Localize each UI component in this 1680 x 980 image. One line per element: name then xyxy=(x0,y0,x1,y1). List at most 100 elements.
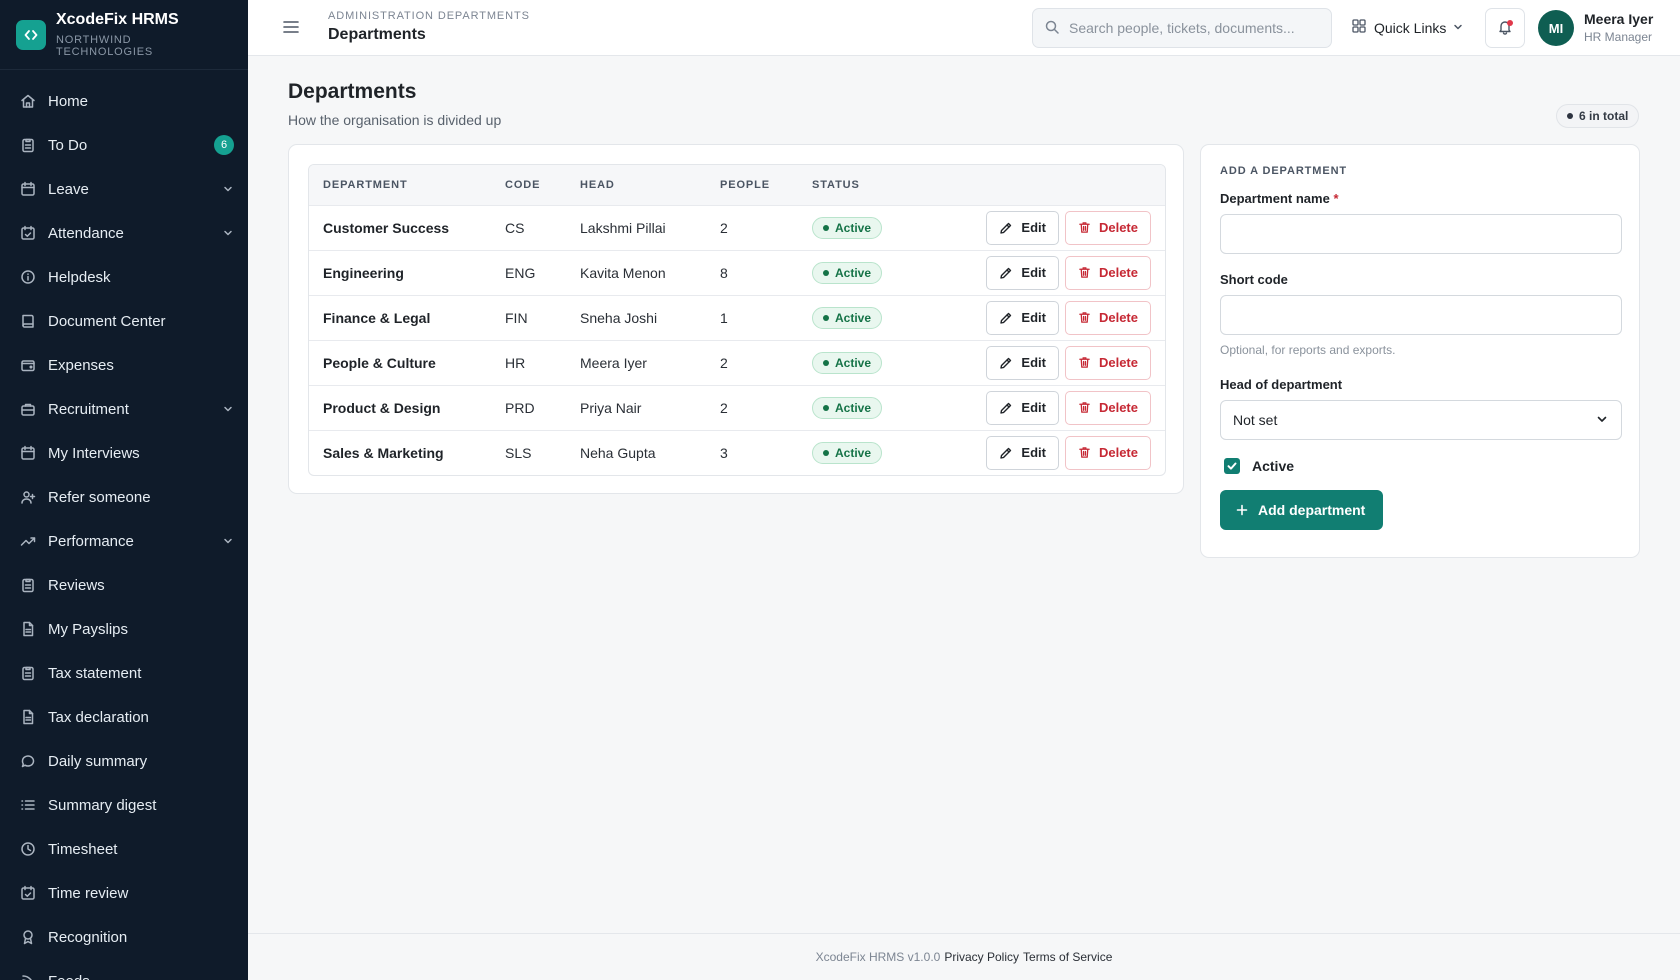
chevron-down-icon[interactable] xyxy=(222,183,234,195)
privacy-policy-link[interactable]: Privacy Policy xyxy=(944,950,1019,964)
status-label: Active xyxy=(835,400,872,415)
cell-status: Active xyxy=(798,385,948,430)
sidebar-item-refer-someone[interactable]: Refer someone xyxy=(0,475,248,519)
delete-button[interactable]: Delete xyxy=(1064,345,1151,380)
sidebar-item-daily-summary[interactable]: Daily summary xyxy=(0,739,248,783)
brand-logo-icon[interactable] xyxy=(16,19,46,50)
search-input[interactable] xyxy=(1069,20,1309,36)
sidebar-item-recruitment[interactable]: Recruitment xyxy=(0,387,248,431)
sidebar-item-tax-declaration[interactable]: Tax declaration xyxy=(0,695,248,739)
sidebar-item-label: Feeds xyxy=(48,973,234,980)
cell-code: CS xyxy=(505,219,525,236)
pencil-icon xyxy=(999,401,1021,415)
delete-button[interactable]: Delete xyxy=(1064,210,1151,245)
file-icon xyxy=(19,708,37,726)
dot-icon xyxy=(1567,113,1573,119)
cell-people: 2 xyxy=(720,219,728,236)
sidebar-item-label: To Do xyxy=(48,136,88,154)
sidebar-item-label: Performance xyxy=(48,532,134,550)
sidebar-item-helpdesk[interactable]: Helpdesk xyxy=(0,255,248,299)
sidebar-item-attendance[interactable]: Attendance xyxy=(0,211,248,255)
active-checkbox-row[interactable]: Active xyxy=(1220,458,1622,474)
sidebar-item-label: Tax statement xyxy=(48,664,142,682)
chevron-down-icon[interactable] xyxy=(222,535,234,547)
sidebar-item-performance[interactable]: Performance xyxy=(0,519,248,563)
column-header-status[interactable]: STATUS xyxy=(798,165,948,205)
chevron-down-icon[interactable] xyxy=(222,403,234,415)
cell-status: Active xyxy=(798,340,948,385)
edit-button[interactable]: Edit xyxy=(986,255,1059,290)
sidebar-item-my-interviews[interactable]: My Interviews xyxy=(0,431,248,475)
trending-up-icon xyxy=(19,532,37,550)
sidebar-item-my-payslips[interactable]: My Payslips xyxy=(0,607,248,651)
column-header-actions xyxy=(948,165,1165,205)
sidebar-item-tax-statement[interactable]: Tax statement xyxy=(0,651,248,695)
chevron-down-icon[interactable] xyxy=(222,227,234,239)
delete-label: Delete xyxy=(1098,220,1138,235)
trash-icon xyxy=(1078,221,1099,234)
short-code-hint: Optional, for reports and exports. xyxy=(1220,343,1396,357)
terms-of-service-link[interactable]: Terms of Service xyxy=(1023,950,1112,964)
award-icon xyxy=(19,928,37,946)
cell-head: Neha Gupta xyxy=(580,444,656,461)
sidebar-item-summary-digest[interactable]: Summary digest xyxy=(0,783,248,827)
sidebar-item-reviews[interactable]: Reviews xyxy=(0,563,248,607)
active-checkbox[interactable] xyxy=(1224,458,1240,474)
search-box[interactable] xyxy=(1032,8,1332,48)
delete-label: Delete xyxy=(1098,445,1138,461)
sidebar-item-home[interactable]: Home xyxy=(0,79,248,123)
edit-button[interactable]: Edit xyxy=(986,300,1059,335)
department-name-input[interactable] xyxy=(1220,214,1622,254)
delete-button[interactable]: Delete xyxy=(1064,390,1151,425)
sidebar-item-feeds[interactable]: Feeds xyxy=(0,959,248,980)
edit-button[interactable]: Edit xyxy=(986,345,1059,380)
trash-icon xyxy=(1078,356,1099,369)
delete-button[interactable]: Delete xyxy=(1064,435,1151,470)
column-header-people[interactable]: PEOPLE xyxy=(706,165,798,205)
user-menu[interactable]: Meera Iyer HR Manager xyxy=(1584,11,1653,44)
sidebar-item-label: Helpdesk xyxy=(48,268,111,286)
sidebar-item-label: Expenses xyxy=(48,356,114,374)
column-header-head[interactable]: HEAD xyxy=(566,165,706,205)
quick-links-button[interactable]: Quick Links xyxy=(1352,19,1464,36)
column-header-department[interactable]: DEPARTMENT xyxy=(309,165,491,205)
sidebar-item-document-center[interactable]: Document Center xyxy=(0,299,248,343)
cell-actions: Edit Delete xyxy=(948,205,1165,250)
sidebar-item-label: Tax declaration xyxy=(48,708,149,726)
delete-label: Delete xyxy=(1098,355,1138,370)
cell-status: Active xyxy=(798,430,948,475)
cell-code: ENG xyxy=(505,264,536,281)
chat-icon xyxy=(19,752,37,770)
edit-label: Edit xyxy=(1021,400,1046,415)
cell-people: 2 xyxy=(720,399,728,416)
sidebar-item-label: Reviews xyxy=(48,576,105,594)
add-department-button[interactable]: Add department xyxy=(1220,490,1384,530)
edit-label: Edit xyxy=(1021,220,1046,235)
edit-label: Edit xyxy=(1021,310,1046,325)
sidebar-item-leave[interactable]: Leave xyxy=(0,167,248,211)
sidebar-item-to-do[interactable]: To Do 6 xyxy=(0,123,248,167)
edit-button[interactable]: Edit xyxy=(986,435,1059,470)
sidebar-item-time-review[interactable]: Time review xyxy=(0,871,248,915)
sidebar-item-recognition[interactable]: Recognition xyxy=(0,915,248,959)
head-of-department-select[interactable]: Not set xyxy=(1220,400,1622,440)
cell-department: Finance & Legal xyxy=(323,309,431,326)
sidebar-item-expenses[interactable]: Expenses xyxy=(0,343,248,387)
cell-actions: Edit Delete xyxy=(948,430,1165,475)
short-code-input[interactable] xyxy=(1220,295,1622,335)
wallet-icon xyxy=(19,356,37,374)
edit-button[interactable]: Edit xyxy=(986,210,1059,245)
cell-status: Active xyxy=(798,250,948,295)
delete-button[interactable]: Delete xyxy=(1064,255,1151,290)
edit-button[interactable]: Edit xyxy=(986,390,1059,425)
sidebar-nav: Home To Do 6 Leave Attendance Helpdesk Documen… xyxy=(0,70,248,980)
notification-dot xyxy=(1507,20,1513,26)
sidebar-item-timesheet[interactable]: Timesheet xyxy=(0,827,248,871)
column-header-code[interactable]: CODE xyxy=(491,165,566,205)
pencil-icon xyxy=(999,266,1021,280)
avatar[interactable]: MI xyxy=(1538,10,1574,46)
notifications-button[interactable] xyxy=(1485,8,1525,48)
menu-icon[interactable] xyxy=(282,18,300,36)
cell-people: 1 xyxy=(720,309,728,326)
delete-button[interactable]: Delete xyxy=(1064,300,1151,335)
